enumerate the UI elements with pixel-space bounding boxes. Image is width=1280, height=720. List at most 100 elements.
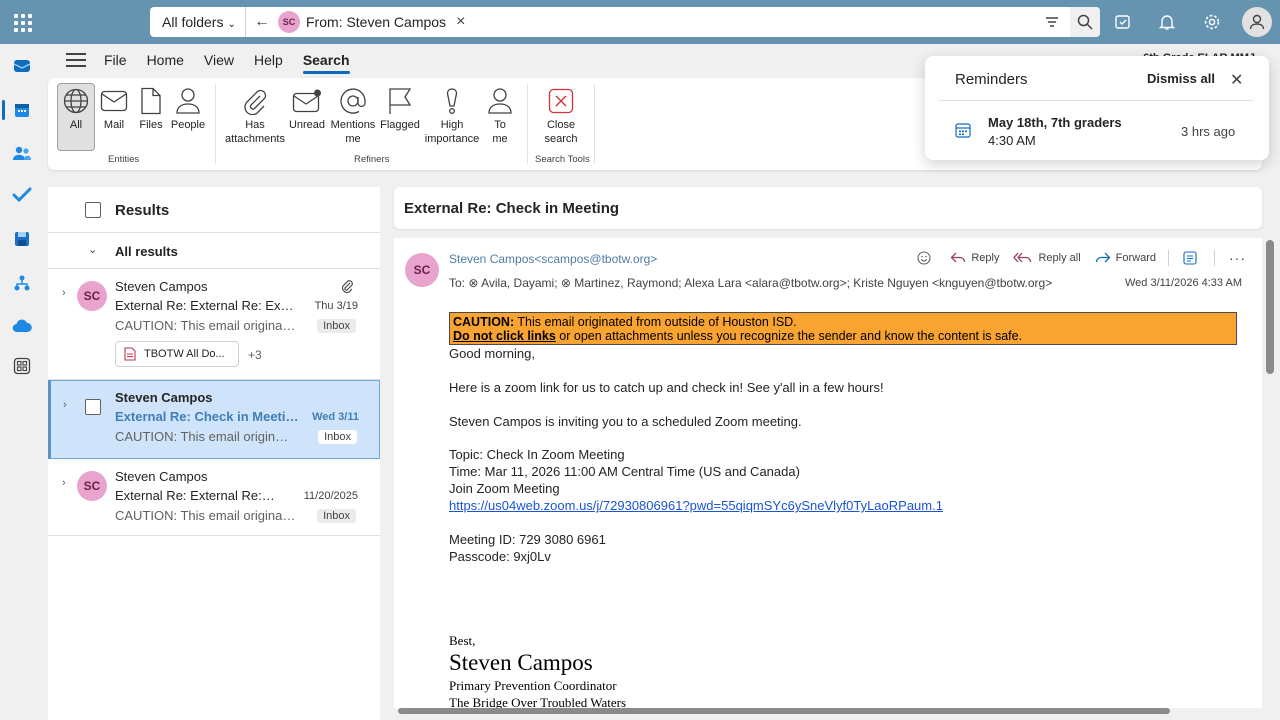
bell-icon[interactable] — [1156, 11, 1178, 33]
refiner-has-attachments-button[interactable]: Has attachments — [221, 84, 289, 150]
attachment-chip[interactable]: TBOTW All Do... — [115, 341, 239, 367]
refiner-mentions-me-button[interactable]: Mentions me — [328, 84, 378, 150]
message-preview: CAUTION: This email originated from outs… — [115, 508, 297, 523]
gear-icon[interactable] — [1201, 11, 1223, 33]
chevron-down-icon[interactable]: ⌄ — [88, 243, 97, 256]
app-launcher-icon[interactable] — [12, 12, 32, 32]
dismiss-all-button[interactable]: Dismiss all — [1147, 71, 1215, 86]
chevron-down-icon: ⌄ — [227, 19, 236, 30]
tab-view[interactable]: View — [204, 48, 234, 72]
message-date: Wed 3/11 — [312, 411, 359, 423]
message-checkbox[interactable] — [85, 399, 101, 415]
zoom-meeting-link[interactable]: https://us04web.zoom.us/j/72930806961?pw… — [449, 498, 943, 513]
refiner-flagged-button[interactable]: Flagged — [378, 84, 422, 150]
my-day-icon[interactable] — [1112, 11, 1134, 33]
onedrive-files-icon[interactable] — [10, 227, 34, 251]
folder-scope-dropdown[interactable]: All folders ⌄ — [150, 7, 246, 37]
entity-all-label: All — [69, 119, 83, 131]
clear-chip-icon[interactable]: × — [456, 13, 465, 31]
results-pane: Results ⌄ All results › SC Steven Campos… — [48, 187, 380, 720]
refiner-label: importance — [424, 133, 480, 145]
emoji-reaction-button[interactable] — [917, 251, 936, 265]
tab-file[interactable]: File — [104, 48, 127, 72]
refiner-unread-button[interactable]: Unread — [286, 84, 328, 150]
folder-scope-label: All folders — [162, 14, 224, 30]
chevron-right-icon[interactable]: › — [62, 477, 66, 489]
message-subject: External Re: Check in Meeting — [115, 409, 301, 424]
account-avatar[interactable] — [1242, 7, 1272, 37]
caution-text: This email originated from outside of Ho… — [514, 315, 797, 329]
message-subject: External Re: External Re: External Re: E… — [115, 488, 277, 503]
list-item[interactable]: › SC Steven Campos External Re: External… — [48, 269, 380, 380]
results-section-header[interactable]: ⌄ All results — [48, 233, 380, 269]
tab-search[interactable]: Search — [302, 48, 350, 74]
list-item[interactable]: › SC Steven Campos External Re: External… — [48, 459, 380, 536]
ribbon-divider — [527, 84, 528, 164]
avatar: SC — [77, 471, 107, 501]
refiner-label: Flagged — [380, 119, 420, 131]
onedrive-icon[interactable] — [10, 314, 34, 338]
reply-all-button[interactable]: Reply all — [1013, 251, 1081, 265]
ribbon-divider — [215, 84, 216, 164]
refiner-to-me-button[interactable]: To me — [478, 84, 522, 150]
reply-label: Reply — [971, 252, 1000, 264]
tab-help[interactable]: Help — [254, 48, 283, 72]
globe-icon — [58, 84, 94, 118]
avatar[interactable]: SC — [405, 253, 439, 287]
close-icon[interactable]: ✕ — [1230, 70, 1243, 90]
search-filter-chip[interactable]: SC From: Steven Campos × — [278, 10, 465, 34]
signature-name: Steven Campos — [449, 650, 593, 675]
menu-bar: File Home View Help Search — [52, 46, 370, 74]
chevron-right-icon[interactable]: › — [63, 399, 67, 411]
search-bar[interactable]: All folders ⌄ ← SC From: Steven Campos × — [150, 7, 1100, 37]
reminder-subject[interactable]: May 18th, 7th graders — [988, 115, 1122, 130]
calendar-app-icon[interactable] — [10, 98, 34, 122]
divider — [1168, 250, 1169, 266]
reply-button[interactable]: Reply — [950, 251, 999, 265]
filter-icon[interactable] — [1045, 15, 1059, 29]
forward-button[interactable]: Forward — [1095, 251, 1156, 265]
person-icon — [1249, 14, 1265, 30]
paperclip-icon — [221, 84, 289, 118]
list-item[interactable]: › Steven Campos External Re: Check in Me… — [48, 380, 380, 459]
calendar-icon — [955, 123, 971, 138]
mail-app-icon[interactable] — [10, 54, 34, 78]
results-header: Results — [48, 187, 380, 233]
message-date: 11/20/2025 — [303, 490, 358, 502]
select-all-checkbox[interactable] — [85, 202, 101, 218]
more-apps-icon[interactable] — [10, 354, 34, 378]
pdf-file-icon — [124, 347, 136, 361]
tab-home[interactable]: Home — [147, 48, 184, 72]
signature-organization: The Bridge Over Troubled Waters — [449, 695, 627, 708]
todo-app-icon[interactable] — [10, 183, 34, 207]
refiner-high-importance-button[interactable]: High importance — [422, 84, 482, 150]
vertical-scrollbar[interactable] — [1266, 240, 1274, 374]
more-options-icon: ··· — [1229, 250, 1246, 266]
refiner-label: Mentions — [330, 119, 376, 131]
close-search-button[interactable]: Close search — [538, 84, 584, 150]
chevron-right-icon[interactable]: › — [62, 287, 66, 299]
back-arrow-icon[interactable]: ← — [254, 7, 270, 37]
more-actions-button[interactable]: ··· — [1229, 250, 1246, 266]
horizontal-scrollbar[interactable] — [398, 708, 1170, 714]
sender-address[interactable]: Steven Campos<scampos@tbotw.org> — [449, 252, 657, 266]
signature-title: Primary Prevention Coordinator — [449, 678, 617, 693]
results-title: Results — [115, 202, 170, 219]
people-app-icon[interactable] — [10, 141, 34, 165]
hamburger-menu-icon[interactable] — [66, 53, 86, 67]
group-search-tools: Search Tools — [535, 154, 590, 165]
entity-all-button[interactable]: All — [57, 83, 95, 151]
reminders-title: Reminders — [955, 71, 1028, 88]
org-explorer-icon[interactable] — [10, 271, 34, 295]
reading-pane: SC Steven Campos<scampos@tbotw.org> To: … — [394, 238, 1262, 708]
more-attachments-count[interactable]: +3 — [248, 348, 262, 362]
caution-text: or open attachments unless you recognize… — [555, 329, 1023, 343]
message-sender: Steven Campos — [115, 390, 213, 405]
refiner-label: attachments — [225, 133, 285, 145]
immersive-reader-button[interactable] — [1183, 251, 1202, 265]
search-button[interactable] — [1070, 7, 1100, 37]
meeting-passcode: Passcode: 9xj0Lv — [449, 549, 551, 564]
entity-people-button[interactable]: People — [166, 84, 210, 150]
signature-closing: Best, — [449, 633, 476, 648]
recipients-line: To: ⊗ Avila, Dayami; ⊗ Martinez, Raymond… — [449, 276, 1053, 290]
